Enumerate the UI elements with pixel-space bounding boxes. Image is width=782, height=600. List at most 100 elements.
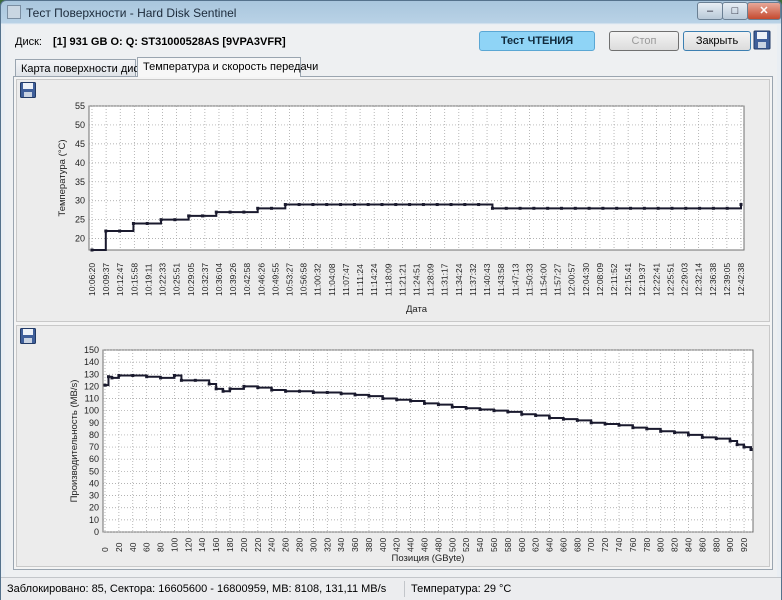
- x-tick-label: 40: [128, 542, 138, 552]
- x-tick-label: 10:29:05: [186, 263, 196, 296]
- speed-data-point: [714, 437, 718, 441]
- speed-data-point: [256, 386, 260, 390]
- temperature-data-point: [394, 203, 398, 207]
- temperature-data-point: [408, 203, 412, 207]
- speed-data-point: [728, 439, 732, 443]
- x-tick-label: 280: [294, 538, 304, 552]
- temperature-data-point: [159, 218, 163, 222]
- tab-temperature-speed[interactable]: Температура и скорость передачи: [137, 57, 318, 77]
- temperature-chart-box: 10:06:20 10:09:37 10:12:47 10:15:58 10:19:11…: [16, 79, 770, 322]
- status-separator: [404, 581, 405, 597]
- temperature-data-point: [131, 221, 135, 225]
- speed-data-point: [548, 416, 552, 420]
- x-tick-label: 780: [642, 538, 652, 552]
- temperature-data-point: [339, 203, 343, 207]
- x-tick-label: 540: [475, 538, 485, 552]
- x-tick-label: 11:40:43: [482, 263, 492, 296]
- x-tick-label: 640: [545, 538, 555, 552]
- x-tick-label: 11:28:09: [426, 263, 436, 296]
- speed-data-point: [409, 399, 413, 403]
- speed-data-point: [686, 433, 690, 437]
- speed-data-point: [742, 445, 746, 449]
- temperature-data-point: [421, 203, 425, 207]
- x-tick-label: 520: [461, 538, 471, 552]
- title-bar: Тест Поверхности - Hard Disk Sentinel – …: [1, 1, 781, 24]
- temperature-data-point: [256, 206, 260, 210]
- x-tick-label: 10:12:47: [115, 263, 125, 296]
- temperature-data-point: [518, 206, 522, 210]
- x-tick-label: 920: [739, 538, 749, 552]
- temperature-data-point: [629, 206, 633, 210]
- x-tick-label: 11:00:32: [313, 263, 323, 296]
- speed-data-point: [589, 421, 593, 425]
- x-tick-label: 880: [711, 538, 721, 552]
- speed-data-point: [534, 414, 538, 418]
- temperature-data-point: [283, 203, 287, 207]
- temperature-data-point: [670, 206, 674, 210]
- speed-data-point: [367, 394, 371, 398]
- x-tick-label: 10:42:58: [242, 263, 252, 296]
- save-icon[interactable]: [753, 30, 771, 50]
- x-tick-label: 11:34:24: [454, 263, 464, 296]
- speed-data-point: [131, 373, 135, 377]
- x-tick-label: 10:49:55: [270, 263, 280, 296]
- maximize-button[interactable]: □: [722, 2, 748, 20]
- x-tick-label: 11:47:13: [510, 263, 520, 296]
- close-button[interactable]: Закрыть: [683, 31, 751, 51]
- speed-data-point: [478, 407, 482, 411]
- temperature-data-point: [200, 214, 204, 218]
- x-tick-label: 220: [253, 538, 263, 552]
- speed-data-point: [106, 375, 110, 379]
- x-tick-label: 420: [392, 538, 402, 552]
- y-tick-label: 0: [94, 527, 99, 537]
- y-tick-label: 30: [89, 491, 99, 501]
- temperature-data-point: [739, 203, 743, 207]
- close-window-button[interactable]: ✕: [747, 2, 781, 20]
- plot-area: [102, 349, 754, 533]
- x-tick-label: 260: [281, 538, 291, 552]
- temperature-data-point: [725, 206, 729, 210]
- speed-data-point: [395, 398, 399, 402]
- speed-data-point: [103, 383, 107, 387]
- x-tick-label: 760: [628, 538, 638, 552]
- y-axis-label: Производительность (MB/s): [69, 380, 80, 503]
- speed-data-point: [631, 426, 635, 430]
- x-tick-label: 340: [336, 538, 346, 552]
- stop-button[interactable]: Стоп: [609, 31, 679, 51]
- speed-data-point: [575, 418, 579, 422]
- speed-data-point: [645, 427, 649, 431]
- x-tick-label: 700: [586, 538, 596, 552]
- speed-chart: 0 20 40 60 80 100 120 140 160 180 200 220 240 260 280 3…: [69, 345, 754, 564]
- y-tick-label: 70: [89, 442, 99, 452]
- x-tick-label: 620: [531, 538, 541, 552]
- read-test-button[interactable]: Тест ЧТЕНИЯ: [479, 31, 595, 51]
- status-blocks: Заблокировано: 85, Сектора: 16605600 - 1…: [7, 583, 387, 595]
- x-tick-label: 11:54:00: [538, 263, 548, 296]
- y-tick-label: 150: [84, 345, 99, 355]
- x-tick-label: 11:50:33: [524, 263, 534, 296]
- x-tick-label: 11:24:51: [412, 263, 422, 296]
- x-tick-label: 60: [142, 542, 152, 552]
- temperature-data-point: [352, 203, 356, 207]
- x-tick-label: 10:06:20: [87, 263, 97, 296]
- y-tick-label: 40: [75, 158, 85, 168]
- tab-surface-map[interactable]: Карта поверхности диска: [15, 59, 150, 76]
- x-tick-label: 10:53:27: [285, 263, 295, 296]
- speed-data-point: [353, 393, 357, 397]
- y-tick-label: 130: [84, 369, 99, 379]
- temperature-data-point: [546, 206, 550, 210]
- temperature-data-point: [490, 206, 494, 210]
- x-tick-label: 380: [364, 538, 374, 552]
- speed-data-point: [311, 390, 315, 394]
- x-tick-label: 12:29:03: [680, 263, 690, 296]
- x-tick-label: 580: [503, 538, 513, 552]
- temperature-data-point: [297, 203, 301, 207]
- x-tick-label: 740: [614, 538, 624, 552]
- x-tick-label: 860: [697, 538, 707, 552]
- y-tick-label: 30: [75, 196, 85, 206]
- minimize-button[interactable]: –: [697, 2, 723, 20]
- speed-data-point: [207, 382, 211, 386]
- y-tick-label: 100: [84, 406, 99, 416]
- temperature-data-point: [311, 203, 315, 207]
- x-tick-label: 10:22:33: [158, 263, 168, 296]
